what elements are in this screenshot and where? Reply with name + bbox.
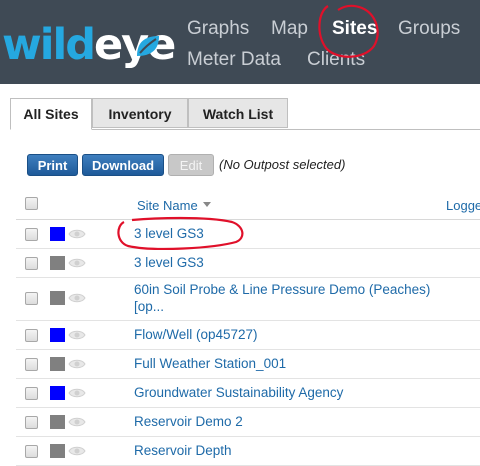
- row-checkbox[interactable]: [25, 228, 38, 241]
- site-name-link[interactable]: 3 level GS3: [134, 255, 204, 270]
- row-checkbox[interactable]: [25, 329, 38, 342]
- download-button[interactable]: Download: [82, 154, 164, 176]
- site-name-link[interactable]: Groundwater Sustainability Agency: [134, 385, 343, 400]
- tab-all-sites[interactable]: All Sites: [10, 98, 92, 130]
- table-row[interactable]: Full Weather Station_001: [16, 350, 480, 379]
- eye-icon[interactable]: [68, 328, 86, 342]
- print-button[interactable]: Print: [27, 154, 78, 176]
- site-color-swatch: [50, 227, 65, 241]
- app-header: wildeye Graphs Map Sites Groups Meter Da…: [0, 0, 480, 84]
- nav-meter-data[interactable]: Meter Data: [187, 49, 281, 71]
- site-name-link[interactable]: 60in Soil Probe & Line Pressure Demo (Pe…: [134, 282, 430, 297]
- table-row[interactable]: 60in Soil Probe & Line Pressure Demo (Pe…: [16, 278, 480, 321]
- table-row[interactable]: Groundwater Sustainability Agency: [16, 379, 480, 408]
- tab-watch-list[interactable]: Watch List: [188, 98, 288, 128]
- row-checkbox[interactable]: [25, 445, 38, 458]
- content-area: All Sites Inventory Watch List Print Dow…: [0, 84, 480, 466]
- site-name-link-continued[interactable]: [op...: [134, 299, 164, 314]
- site-name-link[interactable]: Flow/Well (op45727): [134, 327, 258, 342]
- eye-icon[interactable]: [68, 357, 86, 371]
- table-row[interactable]: 3 level GS3: [16, 220, 480, 249]
- site-color-swatch: [50, 415, 65, 429]
- site-color-swatch: [50, 357, 65, 371]
- site-name-link[interactable]: Full Weather Station_001: [134, 356, 286, 371]
- site-color-swatch: [50, 386, 65, 400]
- nav-clients[interactable]: Clients: [307, 49, 365, 71]
- table-row[interactable]: Flow/Well (op45727): [16, 321, 480, 350]
- select-all-checkbox[interactable]: [25, 197, 38, 210]
- row-checkbox[interactable]: [25, 358, 38, 371]
- eye-icon[interactable]: [68, 291, 86, 305]
- column-logger[interactable]: Logge: [446, 198, 480, 213]
- row-checkbox[interactable]: [25, 292, 38, 305]
- nav-graphs[interactable]: Graphs: [187, 18, 249, 40]
- table-row[interactable]: Reservoir Depth: [16, 437, 480, 466]
- site-name-link[interactable]: Reservoir Demo 2: [134, 414, 243, 429]
- nav-sites[interactable]: Sites: [332, 18, 377, 40]
- tab-inventory[interactable]: Inventory: [92, 98, 188, 128]
- eye-icon[interactable]: [68, 386, 86, 400]
- column-site-name[interactable]: Site Name: [137, 198, 198, 213]
- table-row[interactable]: 3 level GS3: [16, 249, 480, 278]
- site-name-link[interactable]: 3 level GS3: [134, 226, 204, 241]
- no-outpost-status: (No Outpost selected): [219, 157, 346, 172]
- row-checkbox[interactable]: [25, 257, 38, 270]
- leaf-icon: [137, 36, 159, 56]
- eye-icon[interactable]: [68, 415, 86, 429]
- logo-text-wild: wild: [2, 20, 96, 70]
- eye-icon[interactable]: [68, 256, 86, 270]
- row-checkbox[interactable]: [25, 416, 38, 429]
- edit-button[interactable]: Edit: [168, 154, 214, 176]
- site-color-swatch: [50, 291, 65, 305]
- nav-map[interactable]: Map: [271, 18, 308, 40]
- eye-icon[interactable]: [68, 227, 86, 241]
- site-color-swatch: [50, 256, 65, 270]
- wildeye-logo[interactable]: wildeye: [2, 20, 176, 70]
- table-header: Site Name Logge: [16, 190, 480, 220]
- table-row[interactable]: Reservoir Demo 2: [16, 408, 480, 437]
- site-color-swatch: [50, 328, 65, 342]
- sort-caret-icon[interactable]: [203, 202, 211, 207]
- nav-groups[interactable]: Groups: [398, 18, 460, 40]
- row-checkbox[interactable]: [25, 387, 38, 400]
